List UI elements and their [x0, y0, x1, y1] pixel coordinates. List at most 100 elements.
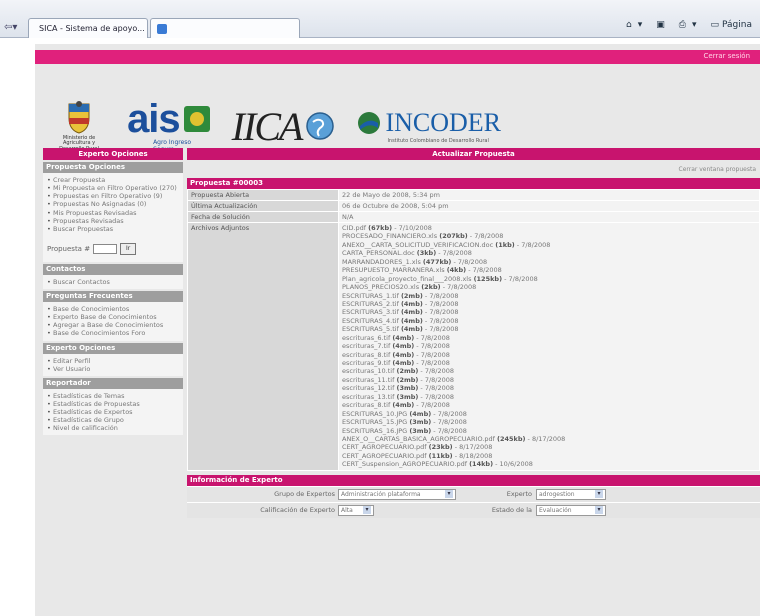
sidebar-item-search-proposals[interactable]: Buscar Propuestas [47, 225, 179, 233]
top-bar: Cerrar sesión [35, 50, 760, 64]
expert-rating-select[interactable]: Alta ▾ [338, 504, 374, 516]
sidebar-section-body: Base de Conocimientos Experto Base de Co… [43, 302, 183, 341]
chevron-down-icon: ▾ [363, 506, 371, 515]
sidebar-item-knowledge-forum[interactable]: Base de Conocimientos Foro [47, 329, 179, 337]
row-value: N/A [338, 211, 760, 223]
globe-icon [306, 112, 335, 140]
sidebar-section-header: Experto Opciones [43, 342, 183, 354]
sidebar-item-knowledge-base[interactable]: Base de Conocimientos [47, 305, 179, 313]
feeds-button[interactable]: ▣ [656, 20, 665, 30]
attachment-link[interactable]: ESCRITURAS_10.JPG (4mb) - 7/8/2008 [342, 410, 756, 418]
sidebar-item-edit-profile[interactable]: Editar Perfil [47, 357, 179, 365]
attachment-link[interactable]: CERT_Suspension_AGROPECUARIO.pdf (14kb) … [342, 460, 756, 468]
attachment-link[interactable]: escrituras_8.tif (4mb) - 7/8/2008 [342, 401, 756, 409]
attachment-link[interactable]: ESCRITURAS_15.JPG (3mb) - 7/8/2008 [342, 418, 756, 426]
sidebar-item-rating-level[interactable]: Nivel de calificación [47, 424, 179, 432]
attachment-link[interactable]: PRESUPUESTO_MARRANERA.xls (4kb) - 7/8/20… [342, 266, 756, 274]
table-row: Fecha de Solución N/A [187, 211, 760, 223]
attachment-link[interactable]: PLANOS_PRECIOS20.xls (2kb) - 7/8/2008 [342, 283, 756, 291]
attachment-link[interactable]: ESCRITURAS_2.tif (4mb) - 7/8/2008 [342, 300, 756, 308]
attachment-link[interactable]: MARRANDADORES_1.xls (477kb) - 7/8/2008 [342, 258, 756, 266]
attachment-link[interactable]: escrituras_6.tif (4mb) - 7/8/2008 [342, 334, 756, 342]
proposal-number-label: Propuesta # [47, 244, 91, 253]
ais-emblem-icon [183, 106, 210, 132]
attachment-link[interactable]: ESCRITURAS_5.tif (4mb) - 7/8/2008 [342, 325, 756, 333]
print-icon: ⎙ [678, 20, 686, 30]
sidebar-section-body: Buscar Contactos [43, 274, 183, 289]
sidebar-item-create-proposal[interactable]: Crear Propuesta [47, 176, 179, 184]
sidebar-item-proposal-stats[interactable]: Estadísticas de Propuestas [47, 400, 179, 408]
attachment-link[interactable]: CARTA_PERSONAL.doc (3kb) - 7/8/2008 [342, 249, 756, 257]
attachment-link[interactable]: escrituras_10.tif (2mb) - 7/8/2008 [342, 367, 756, 375]
attachment-link[interactable]: CERT_AGROPECUARIO.pdf (11kb) - 8/18/2008 [342, 452, 756, 460]
sidebar-item-proposals-filter[interactable]: Propuestas en Filtro Operativo (9) [47, 192, 179, 200]
attachment-link[interactable]: ESCRITURAS_16.JPG (3mb) - 7/8/2008 [342, 427, 756, 435]
row-value: 22 de Mayo de 2008, 5:34 pm [338, 189, 760, 201]
sidebar-section-body: Estadísticas de Temas Estadísticas de Pr… [43, 388, 183, 436]
page-menu-button[interactable]: ▭ Página [711, 20, 753, 30]
tab-favicon-icon [157, 23, 167, 34]
page-icon: ▭ [710, 20, 720, 30]
attachment-link[interactable]: escrituras_8.tif (4mb) - 7/8/2008 [342, 351, 756, 359]
sidebar-item-my-reviewed[interactable]: Mis Propuestas Revisadas [47, 209, 179, 217]
sidebar-section-body: Crear Propuesta Mi Propuesta en Filtro O… [43, 173, 183, 262]
sidebar-item-expert-stats[interactable]: Estadísticas de Expertos [47, 408, 179, 416]
sidebar-item-reviewed[interactable]: Propuestas Revisadas [47, 217, 179, 225]
attachment-link[interactable]: escrituras_7.tif (4mb) - 7/8/2008 [342, 342, 756, 350]
attachment-link[interactable]: Plan_agricola_proyecto_final___2008.xls … [342, 275, 756, 283]
proposal-jump: Propuesta # Ir [47, 233, 179, 259]
page: Cerrar sesión Ministerio de Agricultura … [35, 44, 760, 616]
home-button[interactable]: ⌂ ▾ [626, 20, 642, 30]
attachment-link[interactable]: escrituras_9.tif (4mb) - 7/8/2008 [342, 359, 756, 367]
attachments-key: Archivos Adjuntos [187, 222, 339, 471]
print-button[interactable]: ⎙ ▾ [679, 20, 697, 30]
browser-chrome: ⇦▾ SICA - Sistema de apoyo... × ⌂▾ ▣ ⎙▾ … [0, 0, 760, 38]
expert-group-select[interactable]: Administración plataforma ▾ [338, 488, 456, 500]
ais-wordmark: ais [127, 97, 181, 141]
sidebar-item-view-user[interactable]: Ver Usuario [47, 365, 179, 373]
sidebar-item-my-proposals-filter[interactable]: Mi Propuesta en Filtro Operativo (270) [47, 184, 179, 192]
chevron-down-icon: ▾ [595, 490, 603, 499]
main-content: Actualizar Propuesta Cerrar ventana prop… [187, 148, 760, 518]
sidebar-item-group-stats[interactable]: Estadísticas de Grupo [47, 416, 179, 424]
sidebar-item-add-knowledge[interactable]: Agregar a Base de Conocimientos [47, 321, 179, 329]
feeds-icon: ▣ [656, 20, 665, 30]
attachment-link[interactable]: ESCRITURAS_3.tif (4mb) - 7/8/2008 [342, 308, 756, 316]
attachment-link[interactable]: ANEX_O__CARTAS_BASICA_AGROPECUARIO.pdf (… [342, 435, 756, 443]
expert-select[interactable]: adrogestion ▾ [536, 488, 606, 500]
ais-logo: ais Agro Ingreso Seguro [127, 99, 210, 153]
attachment-link[interactable]: ANEXO__CARTA_SOLICITUD_VERIFICACION.doc … [342, 241, 756, 249]
attachment-link[interactable]: PROCESADO_FINANCIERO.xls (207kb) - 7/8/2… [342, 232, 756, 240]
attachment-link[interactable]: escrituras_12.tif (3mb) - 7/8/2008 [342, 384, 756, 392]
attachment-link[interactable]: escrituras_11.tif (2mb) - 7/8/2008 [342, 376, 756, 384]
sidebar-item-search-contacts[interactable]: Buscar Contactos [47, 278, 179, 286]
sidebar-item-unassigned[interactable]: Propuestas No Asignadas (0) [47, 200, 179, 208]
browser-tab-active[interactable]: SICA - Sistema de apoyo... × [28, 18, 148, 38]
expert-section-title: Información de Experto [187, 474, 760, 486]
attachment-link[interactable]: ESCRITURAS_4.tif (4mb) - 7/8/2008 [342, 317, 756, 325]
back-icon[interactable]: ⇦▾ [4, 22, 24, 36]
row-key: Fecha de Solución [187, 211, 339, 223]
attachment-link[interactable]: ESCRITURAS_1.tif (2mb) - 7/8/2008 [342, 292, 756, 300]
expert-row: Calificación de Experto Alta ▾ Estado de… [187, 501, 760, 518]
status-select[interactable]: Evaluación ▾ [536, 504, 606, 516]
close-proposal-link[interactable]: Cerrar ventana propuesta [187, 160, 760, 178]
browser-tab[interactable] [150, 18, 300, 38]
expert-info-section: Información de Experto Grupo de Expertos… [187, 474, 760, 518]
proposal-number-input[interactable] [93, 243, 118, 254]
attachment-link[interactable]: CID.pdf (67kb) - 7/10/2008 [342, 224, 756, 232]
attachment-link[interactable]: escrituras_13.tif (3mb) - 7/8/2008 [342, 393, 756, 401]
sidebar-item-expert-knowledge-base[interactable]: Experto Base de Conocimientos [47, 313, 179, 321]
table-row: Archivos Adjuntos CID.pdf (67kb) - 7/10/… [187, 222, 760, 471]
table-row: Propuesta Abierta 22 de Mayo de 2008, 5:… [187, 189, 760, 201]
sidebar-item-topic-stats[interactable]: Estadísticas de Temas [47, 392, 179, 400]
go-button[interactable]: Ir [120, 242, 137, 255]
expert-row: Grupo de Expertos Administración platafo… [187, 485, 760, 502]
chevron-down-icon: ▾ [445, 490, 453, 499]
sidebar-section-header: Contactos [43, 263, 183, 275]
sidebar-section-header: Reportador [43, 377, 183, 389]
ministry-logo: Ministerio de Agricultura y Desarrollo R… [53, 100, 105, 153]
attachment-link[interactable]: CERT_AGROPECUARIO.pdf (23kb) - 8/17/2008 [342, 443, 756, 451]
sidebar-section-header: Preguntas Frecuentes [43, 291, 183, 302]
logout-link[interactable]: Cerrar sesión [704, 52, 750, 60]
